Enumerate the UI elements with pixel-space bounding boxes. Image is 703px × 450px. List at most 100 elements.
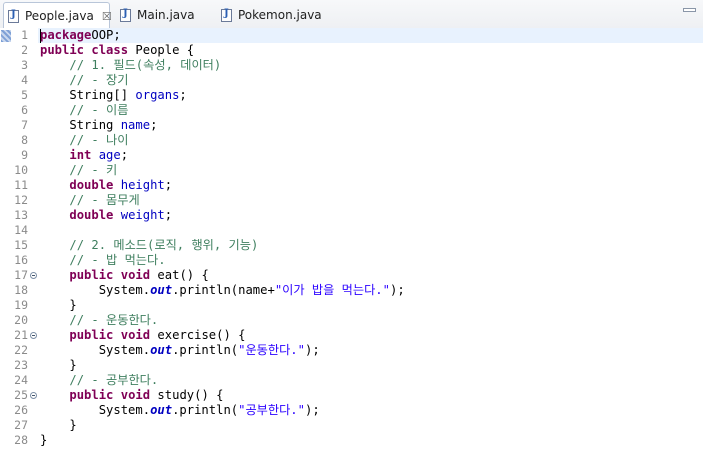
fold-toggle-icon[interactable] <box>30 272 37 279</box>
code-token: void <box>120 328 151 342</box>
code-token: } <box>40 418 77 432</box>
current-line-highlight <box>38 28 703 43</box>
minimize-icon[interactable] <box>683 6 696 14</box>
code-line[interactable]: // - 운동한다. <box>40 313 158 328</box>
code-token: ; <box>164 178 173 192</box>
code-line[interactable]: // 1. 필드(속성, 데이터) <box>40 58 221 73</box>
code-line[interactable]: // - 장기 <box>40 73 128 88</box>
code-line[interactable]: // - 밥 먹는다. <box>40 253 165 268</box>
line-number: 2 <box>21 43 28 57</box>
code-token: height <box>120 178 165 192</box>
code-line[interactable]: System.out.println("공부한다."); <box>40 403 320 418</box>
code-line[interactable]: // - 공부한다. <box>40 373 158 388</box>
code-line[interactable]: // - 나이 <box>40 133 128 148</box>
code-line[interactable]: double height; <box>40 178 172 193</box>
code-line[interactable]: public void eat() { <box>40 268 209 283</box>
marker-icon <box>1 30 11 42</box>
code-token: String[] <box>40 88 136 102</box>
code-line[interactable]: System.out.println(name+"이가 밥을 먹는다."); <box>40 283 405 298</box>
code-line[interactable]: public void exercise() { <box>40 328 245 343</box>
line-number: 12 <box>14 193 28 207</box>
line-number: 13 <box>14 208 28 222</box>
tab-pokemon-java[interactable]: J Pokemon.java <box>217 2 337 28</box>
code-token: package <box>40 28 92 42</box>
code-token: int <box>69 148 92 162</box>
line-number: 23 <box>14 358 28 372</box>
code-line[interactable]: int age; <box>40 148 128 163</box>
code-token: ); <box>305 343 320 357</box>
code-token: ; <box>120 148 129 162</box>
code-token: void <box>120 388 151 402</box>
code-line[interactable]: double weight; <box>40 208 172 223</box>
code-token: eat() { <box>150 268 209 282</box>
code-line[interactable]: // - 몸무게 <box>40 193 140 208</box>
code-token: ; <box>179 88 187 102</box>
code-token: } <box>40 358 77 372</box>
code-line[interactable]: packageOOP; <box>40 28 121 43</box>
code-line[interactable]: } <box>40 433 47 448</box>
code-line[interactable]: } <box>40 418 77 433</box>
code-token: // - 공부한다. <box>69 373 159 387</box>
code-token: ); <box>305 403 320 417</box>
fold-toggle-icon[interactable] <box>30 392 37 399</box>
code-token: .println( <box>172 343 239 357</box>
line-number: 19 <box>14 298 28 312</box>
code-line[interactable]: public class People { <box>40 43 194 58</box>
code-token: "이가 밥을 먹는다." <box>274 283 390 297</box>
code-line[interactable]: String[] organs; <box>40 88 187 103</box>
line-number: 17 <box>14 268 28 282</box>
code-token: out <box>150 283 173 297</box>
code-token: age <box>98 148 121 162</box>
fold-toggle-icon[interactable] <box>30 332 37 339</box>
line-number: 18 <box>14 283 28 297</box>
code-token: OOP; <box>91 28 121 42</box>
code-token: name <box>120 118 151 132</box>
tab-main-java[interactable]: J Main.java <box>116 2 214 28</box>
tab-people-java[interactable]: J People.java ☒ <box>3 2 112 29</box>
code-line[interactable]: String name; <box>40 118 157 133</box>
java-file-icon: J <box>120 8 131 22</box>
code-token: // - 몸무게 <box>69 193 140 207</box>
line-number: 3 <box>21 58 28 72</box>
code-token: .println( <box>172 403 239 417</box>
java-file-icon: J <box>8 9 19 23</box>
code-line[interactable]: // - 이름 <box>40 103 128 118</box>
code-token: // - 운동한다. <box>69 313 159 327</box>
line-number: 10 <box>14 163 28 177</box>
code-token: ; <box>150 118 158 132</box>
code-line[interactable]: } <box>40 298 77 313</box>
code-token: weight <box>120 208 165 222</box>
code-editor[interactable]: 1 packageOOP; 2 public class People {3 // 1… <box>0 28 703 450</box>
code-line[interactable]: // - 키 <box>40 163 117 178</box>
code-line[interactable]: // 2. 메소드(로직, 행위, 기능) <box>40 238 258 253</box>
code-line[interactable]: } <box>40 358 77 373</box>
line-number: 26 <box>14 403 28 417</box>
code-token: } <box>40 298 77 312</box>
code-token: "운동한다." <box>238 343 305 357</box>
java-file-icon: J <box>221 8 232 22</box>
line-number: 27 <box>14 418 28 432</box>
tab-label: Pokemon.java <box>238 8 322 22</box>
code-line[interactable]: System.out.println("운동한다."); <box>40 343 320 358</box>
close-icon[interactable]: ☒ <box>102 10 112 23</box>
code-token: void <box>120 268 151 282</box>
code-line[interactable]: public void study() { <box>40 388 223 403</box>
line-number: 6 <box>21 103 28 117</box>
tab-label: People.java <box>25 9 94 23</box>
